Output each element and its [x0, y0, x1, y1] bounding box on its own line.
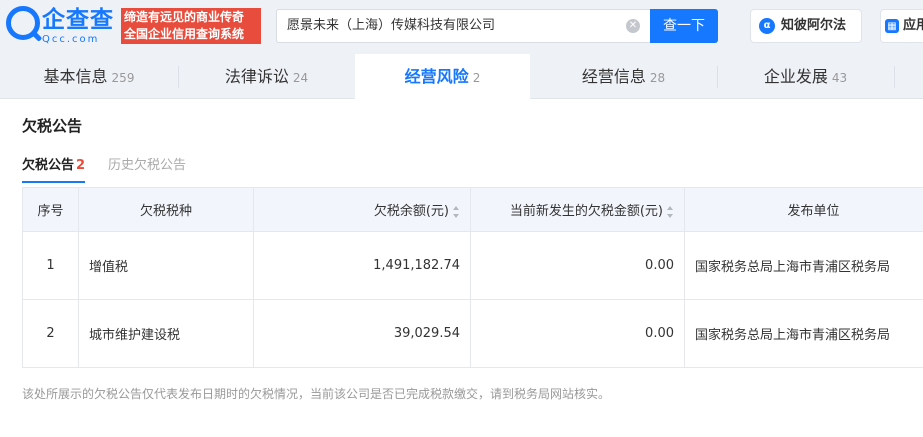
- header-new-amount-label: 当前新发生的欠税金额(元): [509, 204, 663, 219]
- tab-legal[interactable]: 法律诉讼 24: [178, 54, 355, 99]
- slogan-line-1: 缔造有远见的商业传奇: [124, 10, 245, 24]
- header-new-amount[interactable]: 当前新发生的欠税金额(元): [470, 187, 685, 232]
- tab-label: 经营信息: [581, 67, 646, 86]
- logo-domain: Qcc.com: [42, 34, 100, 45]
- section-title: 欠税公告: [22, 117, 83, 135]
- header-balance-label: 欠税余额(元): [373, 204, 449, 219]
- cell-new-amount: 0.00: [470, 231, 685, 300]
- tab-count: 28: [649, 71, 666, 85]
- tab-business-info[interactable]: 经营信息 28: [530, 54, 717, 99]
- zhibi-alpha-button[interactable]: α 知彼阿尔法: [750, 9, 862, 43]
- cell-balance: 39,029.54: [253, 299, 471, 368]
- tab-label: 企业发展: [763, 67, 828, 86]
- tax-arrears-table: 序号 欠税税种 欠税余额(元) 当前新发生的欠税金额(元) 发布单位 1 增值税…: [22, 187, 923, 368]
- table-row: 2 城市维护建设税 39,029.54 0.00 国家税务总局上海市青浦区税务局: [22, 299, 923, 368]
- tab-count: 259: [111, 71, 135, 85]
- tab-label: 基本信息: [43, 67, 108, 86]
- cell-new-amount: 0.00: [470, 299, 685, 368]
- slogan-banner: 缔造有远见的商业传奇 全国企业信用查询系统: [121, 8, 261, 44]
- tab-count: 2: [472, 71, 481, 85]
- table-row: 1 增值税 1,491,182.74 0.00 国家税务总局上海市青浦区税务局: [22, 231, 923, 300]
- cell-unit: 国家税务总局上海市青浦区税务局: [684, 231, 923, 300]
- main-tabs: 基本信息 259 法律诉讼 24 经营风险 2 经营信息 28 企业发展 43: [0, 54, 923, 99]
- tab-label: 法律诉讼: [224, 67, 289, 86]
- cell-unit: 国家税务总局上海市青浦区税务局: [684, 299, 923, 368]
- clear-icon[interactable]: ✕: [626, 19, 640, 33]
- cell-no: 1: [22, 231, 79, 300]
- apps-label: 应用: [903, 18, 923, 33]
- header-balance[interactable]: 欠税余额(元): [253, 187, 471, 232]
- header-tax-type: 欠税税种: [78, 187, 254, 232]
- cell-balance: 1,491,182.74: [253, 231, 471, 300]
- qcc-logo[interactable]: 企查查 Qcc.com: [6, 6, 118, 46]
- subtab-history-tax-arrears[interactable]: 历史欠税公告: [108, 154, 186, 173]
- logo-text: 企查查: [42, 7, 114, 33]
- zhibi-alpha-label: 知彼阿尔法: [781, 18, 847, 33]
- magnifier-logo-icon: [6, 6, 40, 40]
- alpha-icon: α: [759, 18, 775, 34]
- cell-no: 2: [22, 299, 79, 368]
- tab-business-risk[interactable]: 经营风险 2: [355, 54, 530, 99]
- table-header-row: 序号 欠税税种 欠税余额(元) 当前新发生的欠税金额(元) 发布单位: [22, 187, 923, 232]
- search-button[interactable]: 查一下: [650, 9, 718, 43]
- cell-tax-type: 增值税: [78, 231, 254, 300]
- top-header: 企查查 Qcc.com 缔造有远见的商业传奇 全国企业信用查询系统 愿景未来（上…: [0, 0, 923, 54]
- sort-icon[interactable]: [667, 205, 674, 218]
- sort-icon[interactable]: [453, 205, 460, 218]
- tab-count: 43: [831, 71, 848, 85]
- company-search-input[interactable]: 愿景未来（上海）传媒科技有限公司: [276, 9, 650, 43]
- tab-divider: [894, 66, 895, 88]
- tab-label: 经营风险: [404, 67, 469, 86]
- header-no: 序号: [22, 187, 79, 232]
- subtab-label: 欠税公告: [22, 158, 75, 173]
- tab-development[interactable]: 企业发展 43: [717, 54, 894, 99]
- tax-arrears-panel: 欠税公告 欠税公告 2 历史欠税公告 序号 欠税税种 欠税余额(元) 当前新发生的…: [0, 99, 923, 437]
- subtab-count: 2: [76, 158, 86, 173]
- cell-tax-type: 城市维护建设税: [78, 299, 254, 368]
- disclaimer-note: 该处所展示的欠税公告仅代表发布日期时的欠税情况，当前该公司是否已完成税款缴交，请…: [22, 387, 611, 401]
- tab-count: 24: [292, 71, 309, 85]
- header-unit: 发布单位: [684, 187, 923, 232]
- tab-basic-info[interactable]: 基本信息 259: [0, 54, 178, 99]
- subtab-tax-arrears[interactable]: 欠税公告 2: [22, 154, 86, 183]
- apps-button[interactable]: ▦ 应用: [880, 9, 923, 43]
- apps-icon: ▦: [885, 19, 899, 33]
- slogan-line-2: 全国企业信用查询系统: [124, 27, 245, 41]
